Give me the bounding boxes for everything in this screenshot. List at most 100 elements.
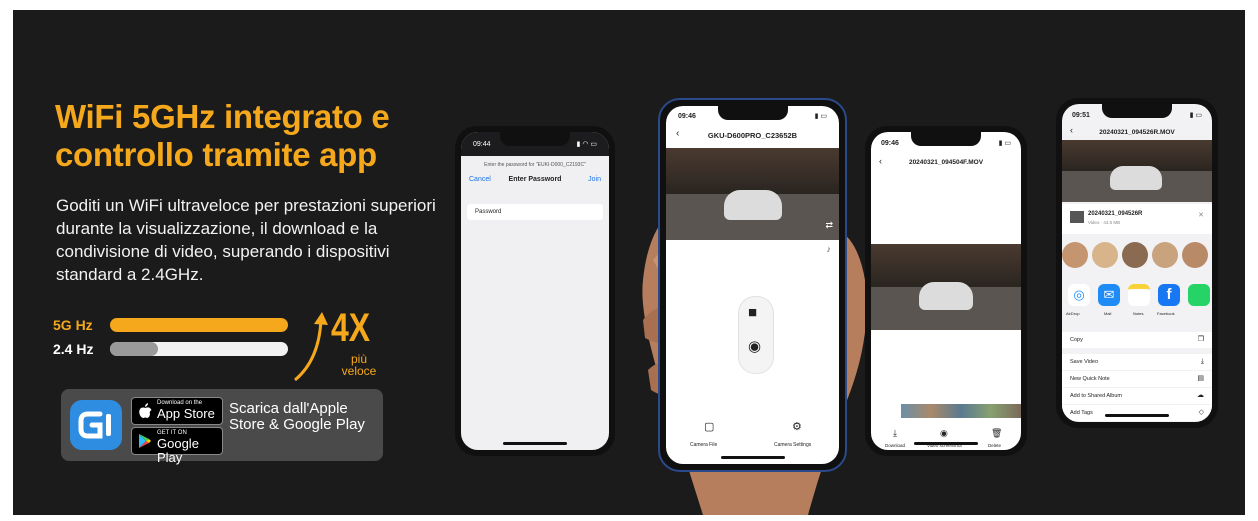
bar-24ghz-track bbox=[110, 342, 288, 356]
action-quick-note[interactable]: New Quick Note ▤ bbox=[1062, 371, 1212, 387]
car-image bbox=[919, 282, 973, 310]
join-button[interactable]: Join bbox=[588, 176, 601, 183]
car-image bbox=[1110, 166, 1162, 190]
screenshot-icon[interactable]: ◉ bbox=[940, 429, 948, 438]
signal-battery-icon: ▮ ▭ bbox=[1189, 112, 1202, 119]
microphone-icon[interactable]: ♪ bbox=[827, 245, 832, 254]
camera-file-icon[interactable]: ▢ bbox=[704, 422, 714, 433]
video-player[interactable] bbox=[871, 244, 1021, 330]
action-shared-album[interactable]: Add to Shared Album ☁ bbox=[1062, 388, 1212, 404]
google-play-icon bbox=[139, 434, 151, 448]
description: Goditi un WiFi ultraveloce per prestazio… bbox=[56, 196, 436, 284]
password-prompt: Enter the password for "EUKI-D000_C2193C… bbox=[484, 162, 586, 168]
contacts-row bbox=[1062, 238, 1212, 274]
app-label: Notes bbox=[1133, 311, 1144, 316]
share-header: 20240321_094526R Video · 43.5 MB ✕ bbox=[1062, 204, 1212, 234]
download-label[interactable]: Download bbox=[885, 442, 905, 449]
bar-24ghz-fill bbox=[110, 342, 159, 356]
camera-file-label[interactable]: Camera File bbox=[690, 442, 717, 449]
copy-icon: ❐ bbox=[1197, 336, 1204, 343]
app-label: AirDrop bbox=[1066, 311, 1080, 316]
file-name: 20240321_094526R bbox=[1088, 211, 1143, 217]
speed-multiplier: 4X bbox=[331, 306, 371, 350]
app-store-text: App Store bbox=[157, 406, 215, 421]
headline-line-1: WiFi 5GHz integrato e bbox=[55, 98, 390, 135]
contact-avatar[interactable] bbox=[1122, 242, 1148, 268]
app-label: Facebook bbox=[1157, 311, 1175, 316]
app-logo-icon[interactable] bbox=[70, 400, 122, 450]
file-thumbnail bbox=[1070, 211, 1084, 223]
video-title: 20240321_094504F.MOV bbox=[908, 159, 984, 166]
signal-battery-icon: ▮ ▭ bbox=[814, 113, 827, 120]
close-icon[interactable]: ✕ bbox=[1198, 212, 1204, 219]
timeline-thumbnails[interactable] bbox=[901, 404, 1021, 418]
download-box: Download on the App Store GET IT ON Goog… bbox=[61, 389, 383, 465]
messages-icon[interactable] bbox=[1188, 284, 1210, 306]
contact-avatar[interactable] bbox=[1152, 242, 1178, 268]
contact-avatar[interactable] bbox=[1092, 242, 1118, 268]
phone-video-playback: 09:46 ▮ ▭ ‹ 20240321_094504F.MOV ⤓ Downl… bbox=[865, 126, 1027, 456]
contact-avatar[interactable] bbox=[1182, 242, 1208, 268]
action-label: Save Video bbox=[1070, 359, 1099, 365]
record-video-icon[interactable]: ■ bbox=[748, 305, 757, 320]
status-time: 09:51 bbox=[1072, 112, 1090, 119]
signal-battery-icon: ▮ ▭ bbox=[998, 140, 1011, 147]
action-label: Add Tags bbox=[1070, 410, 1093, 416]
file-meta: Video · 43.5 MB bbox=[1088, 220, 1121, 225]
google-play-badge[interactable]: GET IT ON Google Play bbox=[131, 427, 223, 465]
camera-settings-label[interactable]: Camera Settings bbox=[774, 442, 811, 449]
apps-row: ◎ AirDrop ✉ Mail Notes f Facebook bbox=[1062, 282, 1212, 322]
action-label: Copy bbox=[1070, 337, 1083, 343]
device-title: GKU-D600PRO_C23652B bbox=[707, 131, 798, 140]
contact-avatar[interactable] bbox=[1062, 242, 1088, 268]
headline-line-2: controllo tramite app bbox=[55, 136, 377, 173]
save-icon: ⤓ bbox=[1200, 358, 1204, 365]
speed-caption-line-2: veloce bbox=[341, 364, 377, 378]
speed-arrow-icon bbox=[294, 312, 328, 382]
control-panel: ■ ◉ bbox=[738, 296, 774, 374]
label-5ghz: 5G Hz bbox=[53, 317, 93, 333]
action-label: New Quick Note bbox=[1070, 376, 1110, 382]
dialog-title: Enter Password bbox=[508, 176, 562, 183]
download-instructions: Scarica dall'Apple Store & Google Play bbox=[229, 400, 365, 433]
video-title: 20240321_094526R.MOV bbox=[1099, 129, 1175, 136]
promo-banner: WiFi 5GHz integrato e controllo tramite … bbox=[13, 10, 1245, 515]
signal-wifi-battery-icon: ▮ ◠ ▭ bbox=[576, 141, 597, 148]
status-time: 09:44 bbox=[473, 141, 491, 148]
notes-icon[interactable] bbox=[1128, 284, 1150, 306]
label-24ghz: 2.4 Hz bbox=[53, 341, 94, 357]
mail-icon[interactable]: ✉ bbox=[1098, 284, 1120, 306]
switch-camera-icon[interactable]: ⇄ bbox=[825, 221, 833, 230]
action-copy[interactable]: Copy ❐ bbox=[1062, 332, 1212, 348]
status-time: 09:46 bbox=[678, 113, 696, 120]
bar-5ghz bbox=[110, 318, 288, 332]
action-save-video[interactable]: Save Video ⤓ bbox=[1062, 354, 1212, 370]
action-label: Add to Shared Album bbox=[1070, 393, 1122, 399]
download-icon[interactable]: ⤓ bbox=[893, 429, 897, 438]
password-field-label: Password bbox=[475, 209, 502, 215]
phone-camera-live: 09:46 ▮ ▭ ‹ GKU-D600PRO_C23652B ⇄ ♪ ■ ◉ … bbox=[658, 98, 847, 472]
take-photo-icon[interactable]: ◉ bbox=[748, 339, 761, 354]
live-video[interactable]: ⇄ bbox=[666, 148, 839, 240]
speed-caption: più veloce bbox=[329, 353, 389, 377]
status-time: 09:46 bbox=[881, 140, 899, 147]
airdrop-icon[interactable]: ◎ bbox=[1068, 284, 1090, 306]
video-preview bbox=[1062, 140, 1212, 202]
apple-icon bbox=[139, 403, 152, 418]
settings-gear-icon[interactable]: ⚙ bbox=[792, 422, 802, 433]
action-add-tags[interactable]: Add Tags ◇ bbox=[1062, 405, 1212, 421]
car-image bbox=[724, 190, 782, 220]
app-label: Mail bbox=[1104, 311, 1112, 316]
google-play-text: Google Play bbox=[157, 436, 199, 465]
app-store-badge[interactable]: Download on the App Store bbox=[131, 397, 223, 425]
delete-icon[interactable]: 🗑 bbox=[991, 429, 1002, 438]
headline: WiFi 5GHz integrato e controllo tramite … bbox=[55, 98, 390, 174]
tag-icon: ◇ bbox=[1198, 409, 1204, 416]
password-field[interactable]: Password bbox=[467, 204, 603, 220]
phone-share-sheet: 09:51 ▮ ▭ ‹ 20240321_094526R.MOV 2024032… bbox=[1056, 98, 1218, 428]
facebook-icon[interactable]: f bbox=[1158, 284, 1180, 306]
delete-label[interactable]: Delete bbox=[988, 442, 1001, 449]
album-icon: ☁ bbox=[1197, 392, 1204, 399]
note-icon: ▤ bbox=[1197, 375, 1204, 382]
phone-wifi-password: 09:44 ▮ ◠ ▭ Enter the password for "EUKI… bbox=[455, 126, 615, 456]
